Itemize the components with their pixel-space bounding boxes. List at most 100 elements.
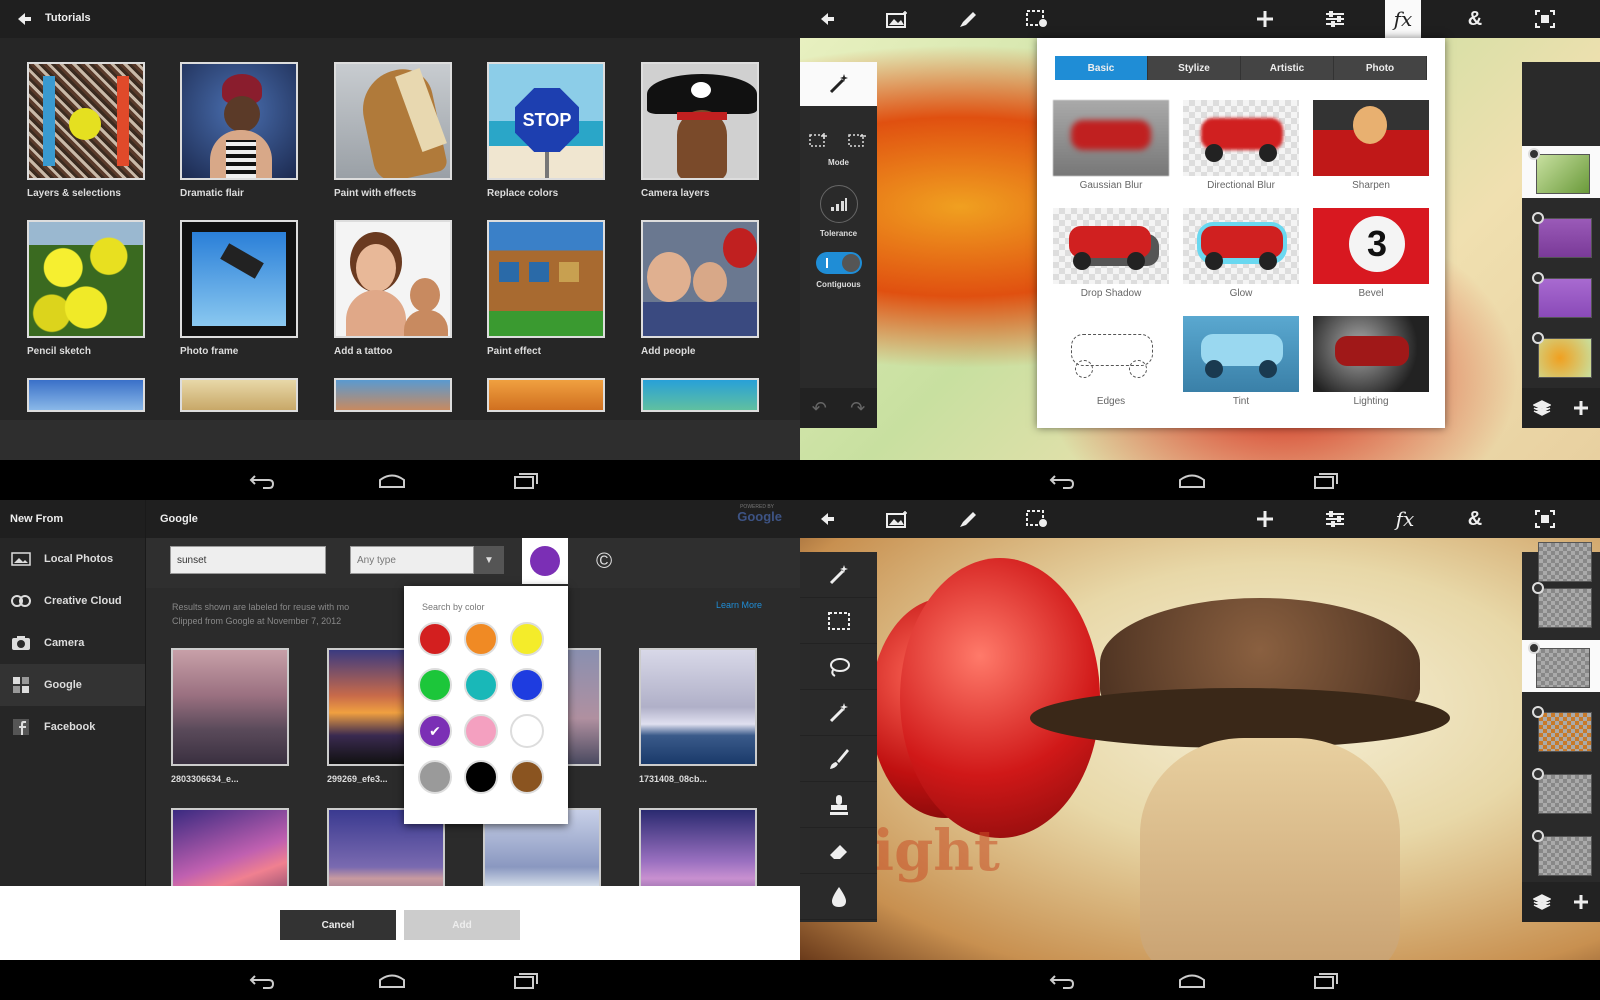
layer-item[interactable] <box>1530 580 1592 632</box>
magic-wand-tool[interactable] <box>800 62 877 106</box>
layer-item[interactable] <box>1530 828 1592 880</box>
effect-tint[interactable]: Tint <box>1183 316 1299 407</box>
tutorial-tile[interactable]: Add people <box>641 220 759 357</box>
effect-lighting[interactable]: Lighting <box>1313 316 1429 407</box>
layer-item[interactable] <box>1530 270 1592 322</box>
layer-item[interactable] <box>1522 146 1600 198</box>
contiguous-toggle[interactable] <box>815 252 862 274</box>
source-facebook[interactable]: Facebook <box>0 706 145 748</box>
rect-select-tool[interactable] <box>800 598 877 644</box>
effect-glow[interactable]: Glow <box>1183 208 1299 299</box>
color-swatch[interactable] <box>418 622 452 656</box>
effect-drop-shadow[interactable]: Drop Shadow <box>1053 208 1169 299</box>
color-swatch[interactable] <box>418 760 452 794</box>
layer-visibility[interactable] <box>1532 706 1544 718</box>
layer-visibility[interactable] <box>1532 332 1544 344</box>
ampersand-icon[interactable]: & <box>1462 507 1488 531</box>
layers-icon[interactable] <box>1533 400 1551 416</box>
source-google[interactable]: Google <box>0 664 145 706</box>
image-icon[interactable] <box>884 7 910 31</box>
undo-icon[interactable]: ↶ <box>812 398 827 419</box>
tutorial-thumbnail[interactable] <box>641 378 759 412</box>
redo-icon[interactable]: ↷ <box>850 398 865 419</box>
back-nav-button[interactable] <box>232 466 292 494</box>
search-input[interactable]: sunset <box>170 546 326 574</box>
back-nav-button[interactable] <box>1032 466 1092 494</box>
back-arrow-icon[interactable] <box>14 9 34 29</box>
color-swatch-selected[interactable]: ✔ <box>418 714 452 748</box>
layer-item[interactable] <box>1530 330 1592 382</box>
plus-icon[interactable] <box>1252 7 1278 31</box>
back-nav-button[interactable] <box>232 966 292 994</box>
color-swatch[interactable] <box>510 760 544 794</box>
type-select[interactable]: Any type <box>350 546 474 574</box>
drop-tool[interactable] <box>800 874 877 920</box>
add-layer-icon[interactable] <box>1573 894 1589 910</box>
home-nav-button[interactable] <box>362 466 422 494</box>
tutorial-tile[interactable]: Camera layers <box>641 62 759 199</box>
tutorial-tile[interactable]: Dramatic flair <box>180 62 298 199</box>
tutorial-tile[interactable]: STOP Replace colors <box>487 62 605 199</box>
back-nav-button[interactable] <box>1032 966 1092 994</box>
layer-visibility[interactable] <box>1532 212 1544 224</box>
recents-nav-button[interactable] <box>1296 966 1356 994</box>
color-swatch[interactable] <box>510 622 544 656</box>
selection-icon[interactable] <box>1024 7 1050 31</box>
color-swatch[interactable] <box>418 668 452 702</box>
add-selection-icon[interactable] <box>809 132 829 148</box>
ampersand-icon[interactable]: & <box>1462 7 1488 31</box>
tutorial-tile[interactable]: Pencil sketch <box>27 220 145 357</box>
tab-artistic[interactable]: Artistic <box>1241 56 1334 80</box>
tutorial-thumbnail[interactable] <box>180 378 298 412</box>
layer-visibility[interactable] <box>1532 830 1544 842</box>
effect-directional-blur[interactable]: Directional Blur <box>1183 100 1299 191</box>
tutorial-tile[interactable]: Paint effect <box>487 220 605 357</box>
brush-icon[interactable] <box>954 507 980 531</box>
effect-sharpen[interactable]: Sharpen <box>1313 100 1429 191</box>
plus-icon[interactable] <box>1252 507 1278 531</box>
copyright-icon[interactable]: © <box>596 548 612 574</box>
tab-stylize[interactable]: Stylize <box>1148 56 1241 80</box>
add-button[interactable]: Add <box>404 910 520 940</box>
adjust-icon[interactable] <box>1322 507 1348 531</box>
color-swatch[interactable] <box>464 760 498 794</box>
recents-nav-button[interactable] <box>496 966 556 994</box>
recents-nav-button[interactable] <box>1296 466 1356 494</box>
eraser-tool[interactable] <box>800 828 877 874</box>
home-nav-button[interactable] <box>362 966 422 994</box>
result-image[interactable]: 2803306634_e... <box>171 648 289 784</box>
source-camera[interactable]: Camera <box>0 622 145 664</box>
tutorial-tile[interactable]: Add a tattoo <box>334 220 452 357</box>
source-local-photos[interactable]: Local Photos <box>0 538 145 580</box>
tolerance-dial[interactable] <box>819 185 858 223</box>
color-swatch[interactable] <box>510 668 544 702</box>
magic-wand-tool[interactable] <box>800 552 877 598</box>
effect-edges[interactable]: Edges <box>1053 316 1169 407</box>
tutorial-thumbnail[interactable] <box>334 378 452 412</box>
recents-nav-button[interactable] <box>496 466 556 494</box>
fit-icon[interactable] <box>1532 507 1558 531</box>
color-swatch[interactable] <box>510 714 544 748</box>
tutorial-thumbnail[interactable] <box>487 378 605 412</box>
brush-icon[interactable] <box>954 7 980 31</box>
lasso-tool[interactable] <box>800 644 877 690</box>
brush-tool[interactable] <box>800 736 877 782</box>
fx-icon[interactable]: fx <box>1385 0 1421 38</box>
add-layer-icon[interactable] <box>1573 400 1589 416</box>
color-picker-button[interactable] <box>522 538 568 584</box>
fit-icon[interactable] <box>1532 7 1558 31</box>
cancel-button[interactable]: Cancel <box>280 910 396 940</box>
layer-visibility[interactable] <box>1532 272 1544 284</box>
subtract-selection-icon[interactable] <box>848 132 868 148</box>
effect-gaussian-blur[interactable]: Gaussian Blur <box>1053 100 1169 191</box>
chevron-down-icon[interactable]: ▼ <box>474 546 504 574</box>
stamp-tool[interactable] <box>800 782 877 828</box>
effect-bevel[interactable]: 3 Bevel <box>1313 208 1429 299</box>
tutorial-tile[interactable]: Photo frame <box>180 220 298 357</box>
selection-icon[interactable] <box>1024 507 1050 531</box>
color-swatch[interactable] <box>464 622 498 656</box>
tutorial-tile[interactable]: Layers & selections <box>27 62 145 199</box>
layer-item[interactable] <box>1522 640 1600 692</box>
editor-canvas[interactable]: slight <box>800 538 1600 978</box>
color-swatch[interactable] <box>464 714 498 748</box>
